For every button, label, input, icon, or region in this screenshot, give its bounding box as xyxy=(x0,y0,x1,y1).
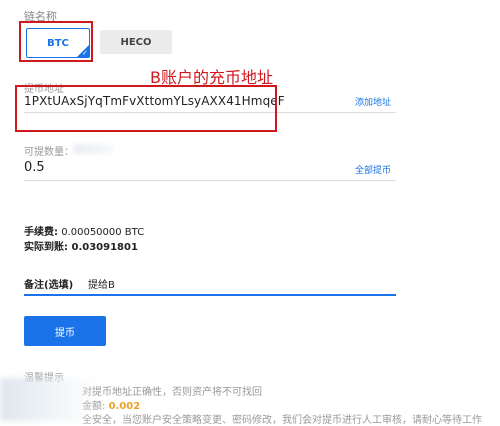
amount-input[interactable]: 0.5 xyxy=(24,160,45,175)
withdraw-all-link[interactable]: 全部提币 xyxy=(355,163,391,176)
withdraw-submit-button[interactable]: 提币 xyxy=(24,316,106,346)
amount-underline xyxy=(24,180,396,181)
annotation-box-address xyxy=(15,85,277,132)
annotation-box-chain xyxy=(19,21,93,62)
fee-row: 手续费: 0.00050000 BTC xyxy=(24,223,144,238)
memo-underline-focused xyxy=(24,294,396,296)
chain-option-heco[interactable]: HECO xyxy=(100,30,172,54)
chain-option-label: HECO xyxy=(120,36,152,48)
memo-input[interactable]: 提给B xyxy=(88,276,115,291)
tip-line: 对提币地址正确性，否则资产将不可找回 xyxy=(82,387,262,398)
received-label: 实际到账: xyxy=(24,242,68,253)
fee-label: 手续费: xyxy=(24,227,58,238)
blur-overlay xyxy=(0,378,100,421)
fee-value: 0.00050000 BTC xyxy=(61,227,145,238)
received-row: 实际到账: 0.03091801 xyxy=(24,238,138,253)
memo-label: 备注(选填) xyxy=(24,280,74,291)
amount-label: 可提数量： xyxy=(24,147,74,158)
add-address-link[interactable]: 添加地址 xyxy=(355,95,391,108)
received-value: 0.03091801 xyxy=(71,242,138,253)
blurred-balance xyxy=(74,144,114,154)
tip-line: 全安全，当您账户安全策略变更、密码修改，我们会对提币进行人工审核，请耐心等待工作 xyxy=(82,415,482,426)
